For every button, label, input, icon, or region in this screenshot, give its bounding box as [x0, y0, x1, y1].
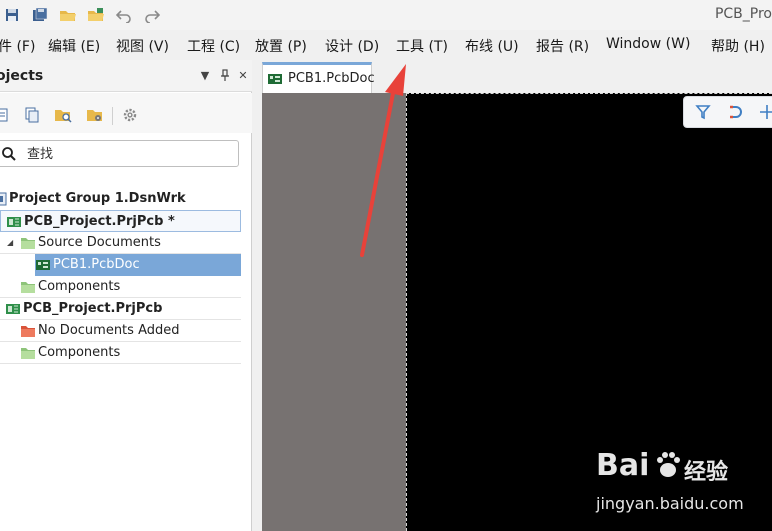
paw-icon	[654, 450, 682, 480]
baidu-watermark: Bai 经验 jingyan.baidu.com	[592, 448, 762, 526]
watermark-url: jingyan.baidu.com	[596, 494, 744, 513]
app-window: PCB_Pro 件 (F) 编辑 (E) 视图 (V) 工程 (C) 放置 (P…	[0, 0, 772, 531]
watermark-cn: 经验	[684, 460, 729, 485]
watermark-brand: Bai	[596, 448, 650, 483]
